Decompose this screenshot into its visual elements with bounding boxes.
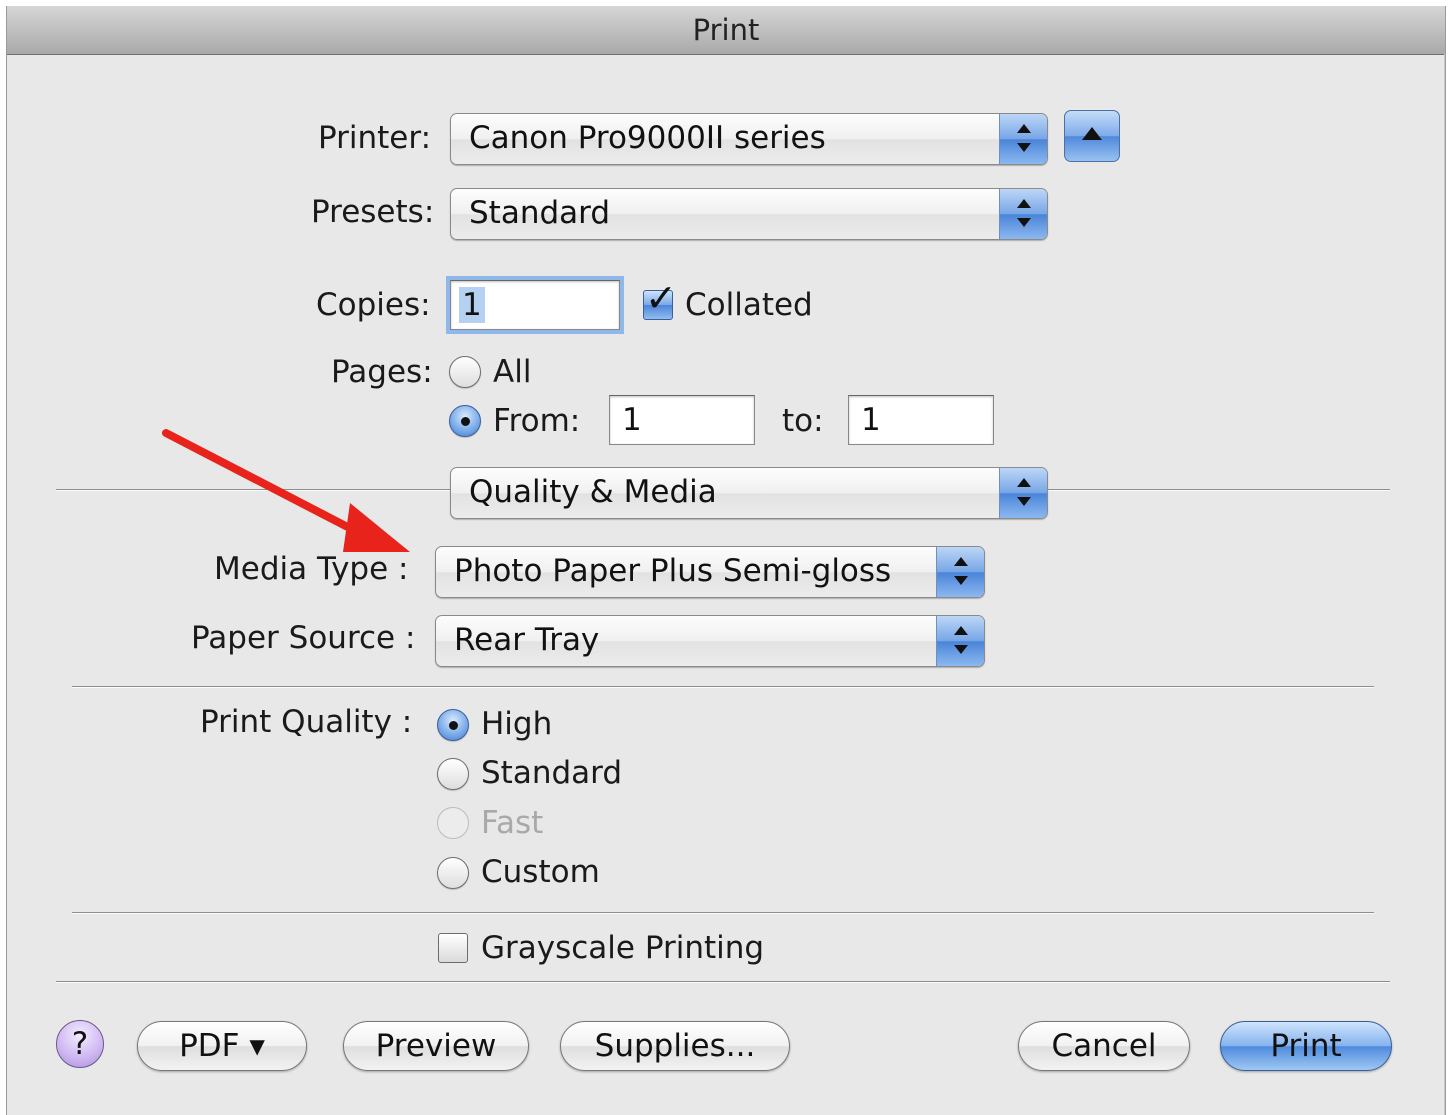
quality-standard-label[interactable]: Standard: [481, 755, 622, 791]
grayscale-label[interactable]: Grayscale Printing: [481, 930, 764, 966]
quality-custom-radio[interactable]: [437, 857, 469, 889]
cancel-button-label: Cancel: [1051, 1028, 1157, 1064]
separator: [72, 686, 1374, 688]
popup-arrows-icon: [999, 189, 1047, 239]
collated-checkbox[interactable]: ✓: [643, 279, 677, 320]
panel-popup[interactable]: Quality & Media: [450, 467, 1048, 519]
pdf-button-label: PDF ▾: [179, 1028, 265, 1064]
printer-value: Canon Pro9000II series: [469, 120, 826, 156]
copies-input[interactable]: 1: [450, 280, 620, 330]
pages-label: Pages:: [331, 354, 433, 390]
window-title: Print: [692, 13, 760, 47]
media-type-popup[interactable]: Photo Paper Plus Semi-gloss: [435, 546, 985, 598]
separator: [72, 912, 1374, 914]
checkmark-icon: ✓: [645, 276, 677, 320]
supplies-button-label: Supplies...: [594, 1028, 756, 1064]
preview-button[interactable]: Preview: [343, 1021, 529, 1071]
printer-label: Printer:: [318, 120, 432, 156]
quality-standard-radio[interactable]: [437, 758, 469, 790]
collated-label[interactable]: Collated: [685, 287, 813, 323]
quality-high-radio[interactable]: [437, 709, 469, 741]
title-bar[interactable]: Print: [7, 6, 1445, 55]
copies-label: Copies:: [316, 287, 431, 323]
quality-fast-radio: [437, 807, 469, 839]
preview-button-label: Preview: [375, 1028, 497, 1064]
presets-popup[interactable]: Standard: [450, 188, 1048, 240]
print-button[interactable]: Print: [1220, 1021, 1392, 1071]
quality-fast-label: Fast: [481, 805, 544, 841]
pages-from-label[interactable]: From:: [493, 403, 580, 439]
quality-custom-label[interactable]: Custom: [481, 854, 600, 890]
pages-from-value: 1: [622, 402, 642, 438]
presets-label: Presets:: [311, 194, 435, 230]
help-button[interactable]: ?: [56, 1020, 104, 1068]
pages-to-value: 1: [861, 402, 881, 438]
media-type-value: Photo Paper Plus Semi-gloss: [454, 553, 892, 589]
pages-to-input[interactable]: 1: [848, 395, 994, 445]
pages-from-input[interactable]: 1: [609, 395, 755, 445]
presets-value: Standard: [469, 195, 611, 231]
paper-source-popup[interactable]: Rear Tray: [435, 615, 985, 667]
grayscale-checkbox[interactable]: [438, 933, 468, 963]
pages-all-label[interactable]: All: [493, 354, 531, 390]
collapse-details-button[interactable]: [1064, 110, 1120, 162]
pdf-menu-button[interactable]: PDF ▾: [137, 1021, 307, 1071]
pages-to-label: to:: [782, 403, 824, 439]
print-button-label: Print: [1270, 1028, 1342, 1064]
paper-source-label: Paper Source :: [191, 620, 416, 656]
quality-high-label[interactable]: High: [481, 706, 552, 742]
annotation-arrow-icon: [162, 429, 410, 552]
copies-value: 1: [459, 287, 485, 323]
popup-arrows-icon: [999, 114, 1047, 164]
panel-value: Quality & Media: [469, 474, 717, 510]
popup-arrows-icon: [936, 616, 984, 666]
pages-from-radio[interactable]: [449, 405, 481, 437]
popup-arrows-icon: [936, 547, 984, 597]
paper-source-value: Rear Tray: [454, 622, 600, 658]
supplies-button[interactable]: Supplies...: [560, 1021, 790, 1071]
separator: [56, 981, 1390, 983]
print-quality-label: Print Quality :: [200, 704, 413, 740]
cancel-button[interactable]: Cancel: [1018, 1021, 1190, 1071]
media-type-label: Media Type :: [214, 551, 409, 587]
printer-popup[interactable]: Canon Pro9000II series: [450, 113, 1048, 165]
popup-arrows-icon: [999, 468, 1047, 518]
pages-all-radio[interactable]: [449, 356, 481, 388]
window-edge: [1444, 54, 1445, 1115]
